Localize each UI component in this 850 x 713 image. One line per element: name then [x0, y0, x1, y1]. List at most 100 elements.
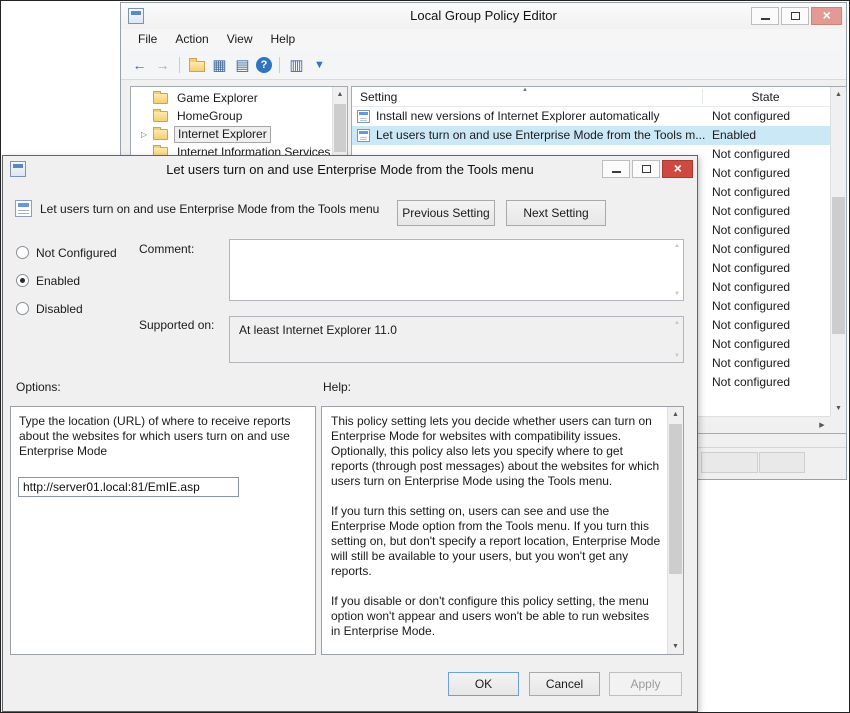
- scrollbar-corner: [830, 416, 846, 433]
- radio-not-configured[interactable]: Not Configured: [16, 244, 117, 261]
- scroll-right-icon[interactable]: [814, 417, 830, 433]
- radio-circle: [16, 246, 29, 259]
- scrollbar-thumb[interactable]: [334, 104, 346, 152]
- state-cell: Not configured: [712, 259, 790, 278]
- state-cell: Not configured: [712, 373, 790, 392]
- radio-enabled[interactable]: Enabled: [16, 272, 80, 289]
- up-folder-icon[interactable]: [187, 55, 206, 74]
- state-cell: Not configured: [712, 316, 790, 335]
- gpe-window-title: Local Group Policy Editor: [121, 3, 846, 29]
- gpe-list-vscrollbar[interactable]: [830, 87, 846, 416]
- help-scrollbar[interactable]: [667, 407, 683, 654]
- policy-setting-icon: [357, 110, 370, 123]
- gpe-titlebar[interactable]: Local Group Policy Editor: [121, 3, 846, 29]
- scroll-up-icon[interactable]: [668, 407, 683, 422]
- gpe-minimize-button[interactable]: [751, 7, 779, 25]
- scroll-down-icon[interactable]: [668, 639, 683, 654]
- gpe-list-header: Setting State: [352, 87, 830, 107]
- scroll-up-icon: [674, 243, 680, 249]
- state-cell: Not configured: [712, 107, 790, 126]
- maximize-icon: [791, 12, 800, 20]
- gpe-menu: FileActionViewHelp: [121, 29, 846, 50]
- options-description: Type the location (URL) of where to rece…: [19, 414, 309, 459]
- dialog-close-button[interactable]: [662, 160, 693, 178]
- gpe-caption-buttons: [751, 7, 842, 25]
- radio-disabled[interactable]: Disabled: [16, 300, 83, 317]
- dialog-title: Let users turn on and use Enterprise Mod…: [3, 156, 697, 183]
- tree-item-label: Game Explorer: [174, 91, 261, 106]
- folder-icon: [153, 93, 168, 104]
- menu-action[interactable]: Action: [166, 29, 217, 50]
- report-url-input[interactable]: [18, 477, 239, 497]
- toolbar-separator: [279, 57, 280, 73]
- minimize-icon: [761, 18, 770, 20]
- dialog-caption-buttons: [602, 160, 693, 178]
- supported-on-label: Supported on:: [139, 318, 214, 332]
- screenshot-canvas: Local Group Policy Editor FileActionView…: [0, 0, 850, 713]
- scroll-up-icon[interactable]: [831, 87, 846, 102]
- maximize-icon: [642, 165, 651, 173]
- tree-item-homegroup[interactable]: HomeGroup: [131, 107, 332, 125]
- cancel-button[interactable]: Cancel: [529, 672, 600, 696]
- console-tree-icon[interactable]: ▦: [210, 55, 229, 74]
- list-row[interactable]: Let users turn on and use Enterprise Mod…: [352, 126, 830, 145]
- menu-view[interactable]: View: [218, 29, 262, 50]
- scroll-down-icon: [674, 291, 680, 297]
- next-setting-button[interactable]: Next Setting: [506, 200, 606, 226]
- radio-label: Enabled: [36, 274, 80, 288]
- minimize-icon: [612, 171, 621, 173]
- filter-icon[interactable]: ▼: [310, 55, 329, 74]
- column-header-state[interactable]: State: [702, 87, 829, 107]
- ok-button[interactable]: OK: [448, 672, 519, 696]
- state-cell: Not configured: [712, 240, 790, 259]
- state-cell: Not configured: [712, 354, 790, 373]
- state-cell: Not configured: [712, 164, 790, 183]
- setting-cell: Install new versions of Internet Explore…: [376, 107, 659, 126]
- forward-icon[interactable]: →: [153, 55, 172, 74]
- menu-help[interactable]: Help: [262, 29, 305, 50]
- menu-file[interactable]: File: [129, 29, 166, 50]
- state-cell: Not configured: [712, 335, 790, 354]
- comment-textarea[interactable]: [229, 239, 684, 301]
- supported-on-box: At least Internet Explorer 11.0: [229, 316, 684, 363]
- tree-item-internet-explorer[interactable]: Internet Explorer: [131, 125, 332, 143]
- policy-dialog: Let users turn on and use Enterprise Mod…: [2, 155, 698, 712]
- expander-icon[interactable]: [141, 130, 153, 139]
- radio-label: Not Configured: [36, 246, 117, 260]
- statusbar-segment: [759, 452, 805, 473]
- column-header-setting[interactable]: Setting: [360, 87, 397, 107]
- gpe-close-button[interactable]: [811, 7, 842, 25]
- tree-item-label: HomeGroup: [174, 109, 245, 124]
- radio-label: Disabled: [36, 302, 83, 316]
- policy-name-text: Let users turn on and use Enterprise Mod…: [40, 202, 395, 216]
- state-cell: Not configured: [712, 145, 790, 164]
- gpe-toolbar: ←→ ▦▤? ▥▼: [121, 50, 846, 80]
- scroll-up-icon[interactable]: [333, 87, 347, 102]
- folder-icon: [153, 129, 168, 140]
- help-label: Help:: [323, 380, 351, 394]
- tree-item-game-explorer[interactable]: Game Explorer: [131, 89, 332, 107]
- options-label: Options:: [16, 380, 61, 394]
- statusbar-segment: [701, 452, 758, 473]
- dialog-titlebar[interactable]: Let users turn on and use Enterprise Mod…: [3, 156, 697, 183]
- help-icon[interactable]: ?: [256, 57, 272, 73]
- comment-label: Comment:: [139, 242, 194, 256]
- help-panel: This policy setting lets you decide whet…: [321, 406, 684, 655]
- options-panel: Type the location (URL) of where to rece…: [10, 406, 316, 655]
- close-icon: [673, 160, 681, 178]
- apply-button[interactable]: Apply: [609, 672, 682, 696]
- dialog-minimize-button[interactable]: [602, 160, 630, 178]
- state-cell: Not configured: [712, 202, 790, 221]
- setting-cell: Let users turn on and use Enterprise Mod…: [376, 126, 705, 145]
- export-list-icon[interactable]: ▤: [233, 55, 252, 74]
- previous-setting-button[interactable]: Previous Setting: [397, 200, 495, 226]
- scroll-down-icon[interactable]: [831, 401, 846, 416]
- list-row[interactable]: Install new versions of Internet Explore…: [352, 107, 830, 126]
- scrollbar-thumb[interactable]: [669, 424, 682, 574]
- standard-view-icon[interactable]: ▥: [287, 55, 306, 74]
- gpe-maximize-button[interactable]: [781, 7, 809, 25]
- scrollbar-thumb[interactable]: [832, 197, 845, 334]
- dialog-maximize-button[interactable]: [632, 160, 660, 178]
- state-cell: Enabled: [712, 126, 756, 145]
- back-icon[interactable]: ←: [130, 55, 149, 74]
